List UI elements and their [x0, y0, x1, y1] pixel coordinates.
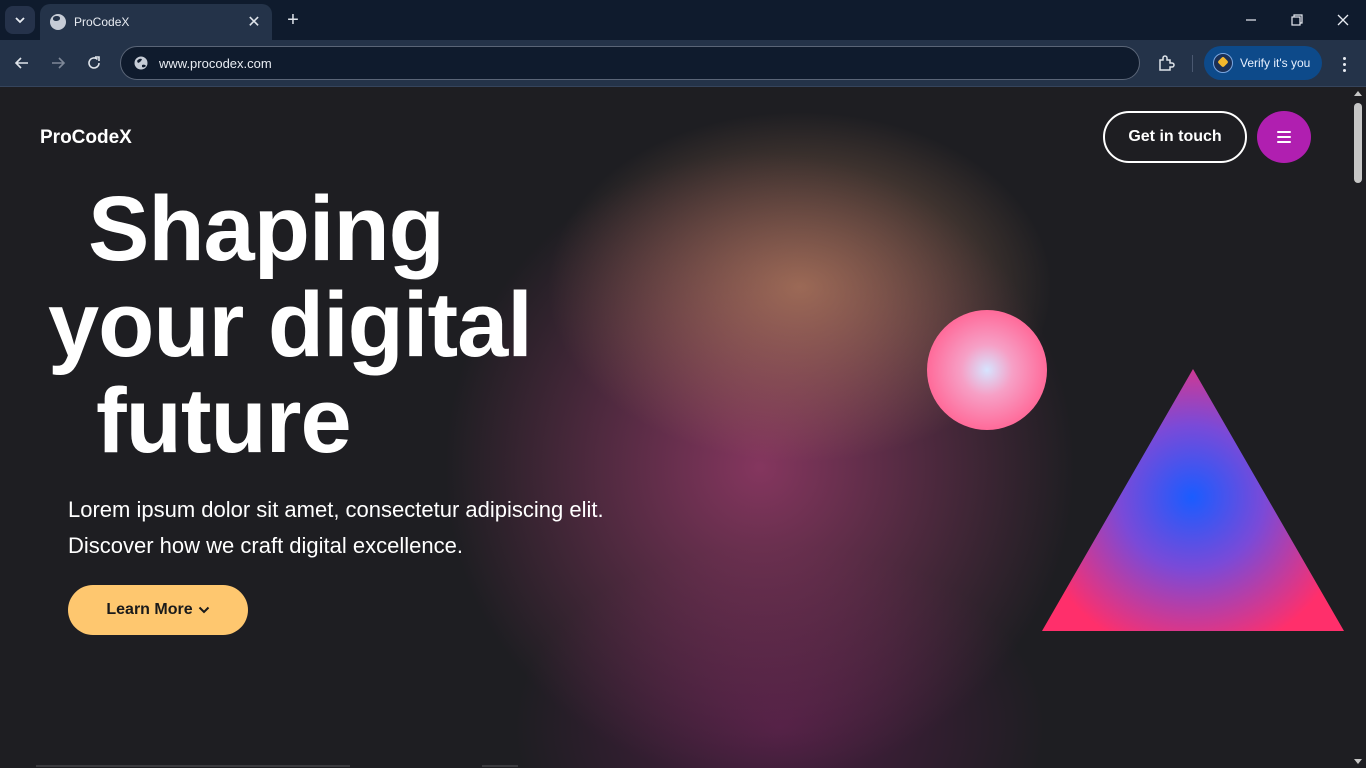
globe-icon — [50, 14, 66, 30]
tab-search-button[interactable] — [5, 6, 35, 34]
minimize-icon — [1246, 19, 1256, 21]
tab-title: ProCodeX — [74, 15, 130, 29]
reload-button[interactable] — [80, 50, 108, 76]
hero-title-line: Shaping — [88, 178, 445, 280]
browser-menu-button[interactable] — [1334, 52, 1354, 76]
close-window-button[interactable] — [1320, 0, 1366, 40]
restore-icon — [1291, 14, 1303, 26]
forward-button[interactable] — [44, 50, 72, 76]
learn-more-button[interactable]: Learn More — [68, 585, 248, 635]
tab-close-button[interactable]: ✕ — [246, 12, 262, 32]
arrow-left-icon — [14, 57, 28, 69]
hero-title-line: your digital — [48, 274, 533, 376]
reload-icon — [88, 56, 100, 69]
learn-more-label: Learn More — [106, 601, 193, 618]
more-vert-icon — [1342, 56, 1346, 60]
scroll-up-arrow-icon[interactable] — [1354, 91, 1362, 96]
hamburger-icon — [1277, 131, 1291, 133]
tab-strip: ProCodeX ✕ + — [0, 0, 1366, 40]
vertical-scrollbar[interactable] — [1350, 87, 1366, 768]
page-viewport: ProCodeX Get in touch Shaping your digit… — [0, 87, 1366, 768]
close-icon — [1337, 14, 1349, 26]
avatar-icon — [1213, 53, 1233, 73]
chevron-down-icon — [198, 606, 209, 614]
browser-tab[interactable]: ProCodeX ✕ — [40, 4, 272, 40]
url-text: www.procodex.com — [159, 55, 272, 71]
profile-verify-button[interactable]: Verify it's you — [1204, 46, 1322, 80]
browser-toolbar: www.procodex.com Verify it's you — [0, 40, 1366, 87]
extensions-button[interactable] — [1154, 51, 1178, 75]
scrollbar-thumb[interactable] — [1354, 103, 1362, 183]
get-in-touch-button[interactable]: Get in touch — [1103, 111, 1247, 163]
restore-button[interactable] — [1274, 0, 1320, 40]
menu-button[interactable] — [1257, 111, 1311, 163]
hero-lead-line: Discover how we craft digital excellence… — [68, 533, 463, 558]
chevron-down-icon — [15, 17, 25, 24]
horizontal-scroll-track — [36, 765, 350, 767]
decorative-triangle — [1042, 369, 1344, 631]
back-button[interactable] — [8, 50, 36, 76]
hero-lead: Lorem ipsum dolor sit amet, consectetur … — [68, 492, 708, 564]
hero-title-line: future — [96, 370, 352, 472]
scroll-down-arrow-icon[interactable] — [1354, 759, 1362, 764]
address-bar[interactable]: www.procodex.com — [120, 46, 1140, 80]
decorative-sphere — [927, 310, 1047, 430]
new-tab-button[interactable]: + — [282, 7, 304, 33]
profile-verify-label: Verify it's you — [1240, 56, 1311, 70]
site-logo[interactable]: ProCodeX — [40, 127, 132, 149]
minimize-button[interactable] — [1228, 0, 1274, 40]
horizontal-scroll-thumb[interactable] — [482, 765, 518, 767]
toolbar-divider — [1192, 55, 1193, 72]
hero-lead-line: Lorem ipsum dolor sit amet, consectetur … — [68, 497, 604, 522]
puzzle-icon — [1159, 55, 1175, 71]
site-info-icon — [134, 56, 148, 70]
arrow-right-icon — [52, 57, 66, 69]
